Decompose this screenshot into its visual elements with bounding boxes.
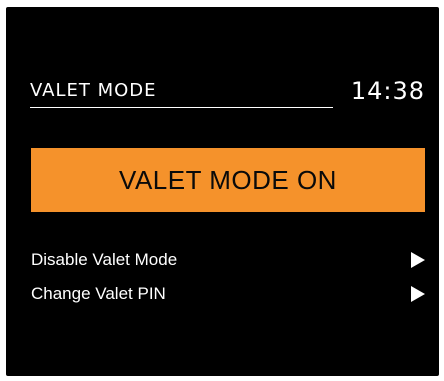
play-arrow-icon (411, 286, 425, 302)
display-screen: VALET MODE 14:38 VALET MODE ON Disable V… (6, 7, 439, 376)
menu-item-disable-valet-mode[interactable]: Disable Valet Mode (31, 247, 427, 273)
menu-item-label: Disable Valet Mode (31, 250, 178, 269)
valet-status-banner: VALET MODE ON (31, 148, 425, 212)
clock: 14:38 (350, 77, 425, 105)
menu-item-label: Change Valet PIN (31, 284, 166, 303)
page-title: VALET MODE (30, 80, 157, 101)
menu-item-change-valet-pin[interactable]: Change Valet PIN (31, 281, 427, 307)
play-arrow-icon (411, 252, 425, 268)
title-underline (30, 107, 333, 108)
